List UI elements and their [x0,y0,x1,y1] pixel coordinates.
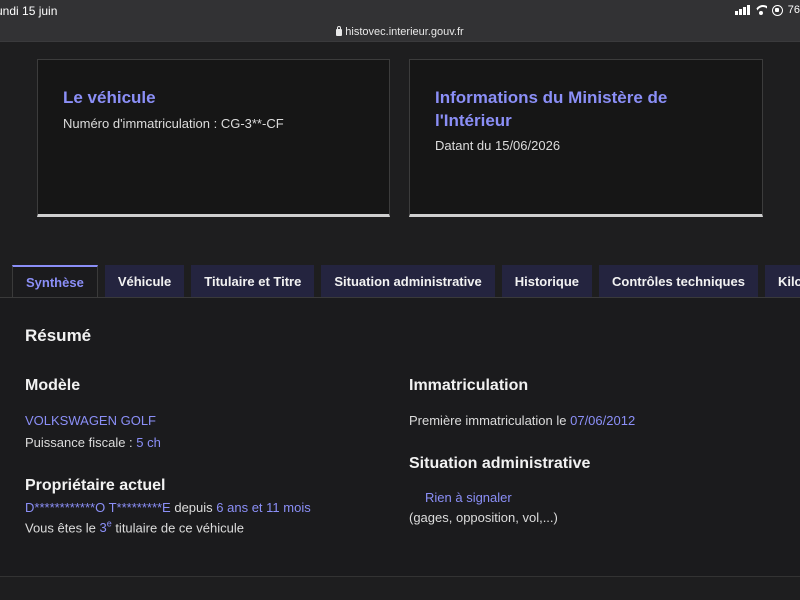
vehicle-card: Le véhicule Numéro d'immatriculation : C… [37,59,390,217]
url-text[interactable]: histovec.interieur.gouv.fr [345,26,463,38]
ministry-card: Informations du Ministère de l'Intérieur… [409,59,763,217]
tab-titulaire[interactable]: Titulaire et Titre [191,265,315,297]
status-time: undi 15 juin [0,4,58,18]
admin-detail: (gages, opposition, vol,...) [409,510,558,525]
ministry-date: Datant du 15/06/2026 [435,138,561,153]
model-name: VOLKSWAGEN GOLF [25,413,156,428]
plate-number: Numéro d'immatriculation : CG-3**-CF [63,116,284,131]
tab-bar: Synthèse Véhicule Titulaire et Titre Sit… [12,265,800,298]
synthese-panel: Résumé Modèle VOLKSWAGEN GOLF Puissance … [0,297,800,577]
admin-heading: Situation administrative [409,455,591,472]
tab-vehicule[interactable]: Véhicule [104,265,185,297]
url-bar[interactable]: histovec.interieur.gouv.fr [0,22,800,42]
model-heading: Modèle [25,377,81,394]
owner-duration: 6 ans et 11 mois [216,500,311,515]
owner-rank: Vous êtes le 3e titulaire de ce véhicule [25,519,244,536]
tab-kilometrage[interactable]: Kilo [764,265,800,297]
first-registration: Première immatriculation le 07/06/2012 [409,413,636,428]
ministry-card-title: Informations du Ministère de l'Intérieur [435,88,668,130]
admin-status: Rien à signaler [425,490,512,505]
wifi-icon [755,5,767,15]
summary-title: Résumé [25,326,92,345]
rotation-lock-icon [771,4,783,16]
tab-situation-administrative[interactable]: Situation administrative [321,265,495,297]
signal-icon [734,5,750,15]
vehicle-card-title: Le véhicule [63,88,156,107]
battery-level: 76 [787,4,800,16]
registration-heading: Immatriculation [409,377,529,394]
tab-historique[interactable]: Historique [501,265,593,297]
owner-heading: Propriétaire actuel [25,477,166,494]
lock-icon [336,26,343,36]
status-bar: undi 15 juin 76 [0,0,800,22]
fiscal-power: Puissance fiscale : 5 ch [25,435,161,450]
tab-synthese[interactable]: Synthèse [12,265,98,298]
tab-controles-techniques[interactable]: Contrôles techniques [599,265,758,297]
owner-line: D************O T*********E depuis 6 ans … [25,500,311,515]
status-icons: 76 [734,4,800,16]
owner-name: D************O T*********E [25,500,171,515]
